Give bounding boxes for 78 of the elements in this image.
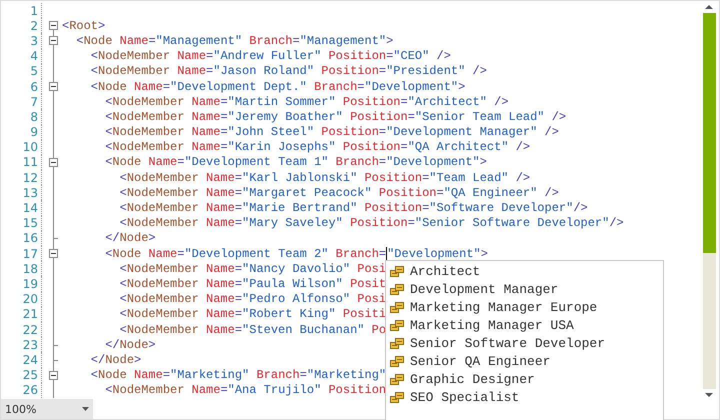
code-line: <NodeMember Name="Karin Josephs" Position="QA Architect" /> xyxy=(104,140,530,154)
line-number: 6 xyxy=(29,80,39,94)
code-line: <NodeMember Name="John Steel" Position="Development Manager" /> xyxy=(104,125,559,140)
code-line: <Node Name="Marketing" Branch="Marketing" xyxy=(90,368,386,382)
line-number: 24 xyxy=(22,352,39,367)
code-line: <NodeMember Name="Andrew Fuller" Position="CEO" /> xyxy=(90,49,451,64)
line-number: 16 xyxy=(22,231,39,246)
line-number: 15 xyxy=(22,216,39,230)
line-number: 18 xyxy=(22,262,39,276)
line-number: 3 xyxy=(29,34,39,48)
code-line: <Root> xyxy=(62,18,106,33)
line-number: 23 xyxy=(22,338,39,352)
scroll-up-icon[interactable] xyxy=(705,5,713,9)
collapse-icon[interactable] xyxy=(49,158,58,167)
autocomplete-item[interactable]: Development Manager xyxy=(386,280,663,298)
collapse-icon[interactable] xyxy=(49,370,58,380)
enum-value-icon xyxy=(390,302,404,312)
code-line: <NodeMember Name="Jeremy Boather" Position="Senior Team Lead" /> xyxy=(104,110,566,124)
autocomplete-item[interactable]: Marketing Manager USA xyxy=(386,316,663,334)
line-number: 4 xyxy=(29,49,39,64)
line-number: 2 xyxy=(29,18,39,33)
code-line: <NodeMember Name="Marie Bertrand" Position="Software Developer"/> xyxy=(118,201,588,216)
collapse-icon[interactable] xyxy=(49,82,58,91)
enum-value-icon xyxy=(390,374,404,384)
line-number: 12 xyxy=(22,170,39,185)
autocomplete-item[interactable]: SEO Specialist xyxy=(386,388,663,406)
code-line: <Node Name="Management" Branch="Management"> xyxy=(75,34,394,48)
code-line: <NodeMember Name="Nancy Davolio" Posi xyxy=(118,262,386,276)
line-number: 20 xyxy=(22,292,39,306)
code-line: <Node Name="Development Dept." Branch="Development"> xyxy=(90,80,466,94)
line-number: 11 xyxy=(22,155,39,170)
line-number: 21 xyxy=(22,307,39,322)
enum-value-icon xyxy=(390,392,404,402)
code-line: <Node Name="Development Team 1" Branch="Development"> xyxy=(104,155,487,170)
code-line: <NodeMember Name="Ana Trujilo" Position xyxy=(104,383,386,398)
code-line: <NodeMember Name="Martin Sommer" Position="Architect" /> xyxy=(104,94,509,109)
line-number: 25 xyxy=(22,368,39,382)
line-number: 19 xyxy=(22,276,39,291)
dropdown-arrow-icon xyxy=(82,407,89,411)
line-number: 26 xyxy=(22,383,39,398)
scroll-down-icon[interactable] xyxy=(705,393,713,397)
code-line: </Node> xyxy=(104,338,156,352)
enum-value-icon xyxy=(390,338,404,348)
code-line: <NodeMember Name="Jason Roland" Position="President" /> xyxy=(90,64,487,78)
enum-value-icon xyxy=(390,356,404,366)
text-caret xyxy=(386,246,388,260)
line-number: 10 xyxy=(22,140,39,154)
code-line: <NodeMember Name="Robert King" Positi xyxy=(118,307,386,322)
code-line: <NodeMember Name="Mary Saveley" Position="Senior Software Developer"/> xyxy=(118,216,624,230)
code-line: <NodeMember Name="Steven Buchanan" Po xyxy=(118,322,386,337)
autocomplete-item[interactable]: Graphic Designer xyxy=(386,370,663,388)
line-number: 5 xyxy=(29,64,39,78)
line-number: 1 xyxy=(29,4,39,18)
enum-value-icon xyxy=(390,284,404,294)
autocomplete-item[interactable]: Architect xyxy=(386,262,663,280)
enum-value-icon xyxy=(390,320,404,330)
code-line: </Node> xyxy=(90,352,142,367)
line-number: 7 xyxy=(29,94,39,109)
line-number: 8 xyxy=(29,110,39,124)
autocomplete-item[interactable]: Senior Software Developer xyxy=(386,334,663,352)
line-number: 13 xyxy=(22,186,39,200)
line-number: 22 xyxy=(22,322,39,337)
code-line: <Node Name="Development Team 2" Branch="Development"> xyxy=(104,246,488,261)
line-number: 14 xyxy=(22,201,39,216)
collapse-icon[interactable] xyxy=(49,249,58,258)
code-line: </Node> xyxy=(104,231,156,246)
code-line: <NodeMember Name="Pedro Alfonso" Posi xyxy=(118,292,386,306)
autocomplete-item[interactable]: Marketing Manager Europe xyxy=(386,298,663,316)
code-line: <NodeMember Name="Paula Wilson" Posit xyxy=(118,276,386,291)
enum-value-icon xyxy=(390,266,404,276)
autocomplete-item[interactable]: Senior QA Engineer xyxy=(386,352,663,370)
scrollbar[interactable] xyxy=(702,13,716,389)
line-number: 9 xyxy=(29,125,39,140)
line-number: 17 xyxy=(22,246,39,261)
zoom-dropdown[interactable]: 100% xyxy=(1,399,93,419)
code-line: <NodeMember Name="Karl Jablonski" Position="Team Lead" /> xyxy=(118,170,530,185)
code-line: <NodeMember Name="Margaret Peacock" Position="QA Engineer" /> xyxy=(118,186,559,200)
scroll-thumb[interactable] xyxy=(702,13,716,253)
